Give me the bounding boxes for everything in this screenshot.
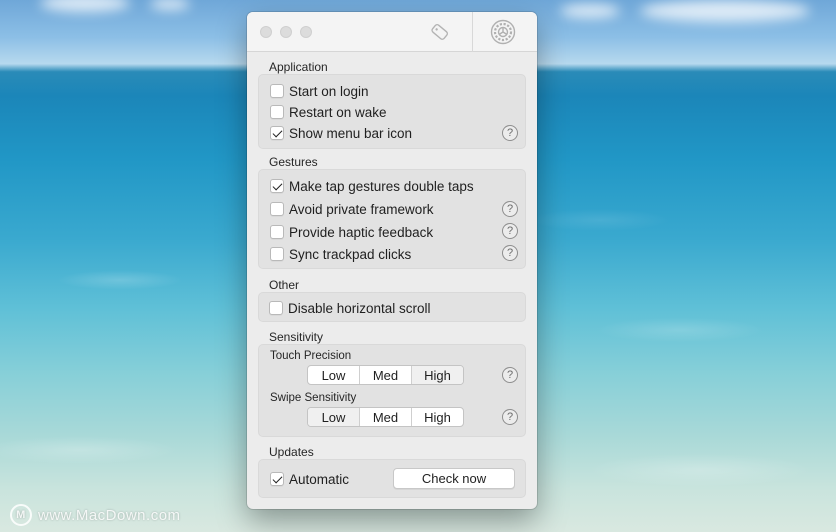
- watermark-text: www.MacDown.com: [38, 506, 181, 524]
- background-cloud: [640, 0, 810, 22]
- double-taps-label: Make tap gestures double taps: [289, 178, 474, 194]
- avoid-private-framework-option[interactable]: Avoid private framework: [270, 200, 434, 218]
- section-title-other: Other: [269, 278, 300, 292]
- check-now-button[interactable]: Check now: [393, 468, 515, 489]
- zoom-window-button[interactable]: [300, 26, 312, 38]
- restart-on-wake-option[interactable]: Restart on wake: [270, 103, 387, 121]
- sync-trackpad-clicks-option[interactable]: Sync trackpad clicks: [270, 245, 411, 263]
- toolbar-divider: [472, 12, 473, 52]
- show-menu-bar-icon-label: Show menu bar icon: [289, 125, 413, 141]
- swipe-sensitivity-label: Swipe Sensitivity: [270, 392, 357, 404]
- help-icon[interactable]: ?: [502, 223, 518, 239]
- background-cloud: [560, 4, 620, 18]
- show-menu-bar-icon-option[interactable]: Show menu bar icon: [270, 124, 412, 142]
- swipe-sensitivity-med[interactable]: Med: [360, 408, 412, 426]
- help-icon[interactable]: ?: [502, 367, 518, 383]
- touch-precision-high[interactable]: High: [412, 366, 463, 384]
- swipe-sensitivity-low[interactable]: Low: [308, 408, 360, 426]
- show-menu-bar-icon-checkbox[interactable]: [270, 126, 284, 140]
- background-cloud: [150, 0, 190, 10]
- sync-trackpad-clicks-checkbox[interactable]: [270, 247, 284, 261]
- title-bar: [247, 12, 537, 52]
- watermark: M www.MacDown.com: [10, 504, 181, 526]
- updates-group: Automatic Check now: [258, 459, 526, 498]
- start-on-login-checkbox[interactable]: [270, 84, 284, 98]
- section-title-gestures: Gestures: [269, 155, 318, 169]
- disable-horizontal-scroll-label: Disable horizontal scroll: [288, 300, 431, 316]
- settings-gear-icon[interactable]: [490, 19, 516, 45]
- help-icon[interactable]: ?: [502, 125, 518, 141]
- sensitivity-group: Touch Precision Low Med High ? Swipe Sen…: [258, 344, 526, 437]
- swipe-sensitivity-high[interactable]: High: [412, 408, 463, 426]
- sync-trackpad-clicks-label: Sync trackpad clicks: [289, 246, 412, 262]
- automatic-updates-checkbox[interactable]: [270, 472, 284, 486]
- start-on-login-option[interactable]: Start on login: [270, 82, 369, 100]
- section-title-sensitivity: Sensitivity: [269, 330, 324, 344]
- help-icon[interactable]: ?: [502, 409, 518, 425]
- help-icon[interactable]: ?: [502, 245, 518, 261]
- double-taps-checkbox[interactable]: [270, 179, 284, 193]
- avoid-private-framework-checkbox[interactable]: [270, 202, 284, 216]
- section-title-updates: Updates: [269, 445, 314, 459]
- touch-precision-med[interactable]: Med: [360, 366, 412, 384]
- automatic-updates-option[interactable]: Automatic: [270, 470, 349, 488]
- watermark-logo-icon: M: [10, 504, 32, 526]
- haptic-feedback-label: Provide haptic feedback: [289, 224, 434, 240]
- touch-precision-low[interactable]: Low: [308, 366, 360, 384]
- touch-precision-control[interactable]: Low Med High: [307, 365, 464, 385]
- application-group: Start on login Restart on wake Show menu…: [258, 74, 526, 149]
- other-group: Disable horizontal scroll: [258, 292, 526, 322]
- section-title-application: Application: [269, 60, 328, 74]
- start-on-login-label: Start on login: [289, 83, 369, 99]
- preferences-window: Application Start on login Restart on wa…: [247, 12, 537, 509]
- restart-on-wake-label: Restart on wake: [289, 104, 387, 120]
- help-icon[interactable]: ?: [502, 201, 518, 217]
- haptic-feedback-checkbox[interactable]: [270, 225, 284, 239]
- close-window-button[interactable]: [260, 26, 272, 38]
- double-taps-option[interactable]: Make tap gestures double taps: [270, 177, 474, 195]
- haptic-feedback-option[interactable]: Provide haptic feedback: [270, 223, 433, 241]
- trackpad-tag-icon[interactable]: [426, 19, 452, 45]
- background-cloud: [40, 0, 130, 12]
- automatic-updates-label: Automatic: [289, 471, 350, 487]
- swipe-sensitivity-control[interactable]: Low Med High: [307, 407, 464, 427]
- disable-horizontal-scroll-option[interactable]: Disable horizontal scroll: [269, 299, 431, 317]
- avoid-private-framework-label: Avoid private framework: [289, 201, 434, 217]
- touch-precision-label: Touch Precision: [270, 350, 352, 362]
- minimize-window-button[interactable]: [280, 26, 292, 38]
- restart-on-wake-checkbox[interactable]: [270, 105, 284, 119]
- disable-horizontal-scroll-checkbox[interactable]: [269, 301, 283, 315]
- gestures-group: Make tap gestures double taps Avoid priv…: [258, 169, 526, 269]
